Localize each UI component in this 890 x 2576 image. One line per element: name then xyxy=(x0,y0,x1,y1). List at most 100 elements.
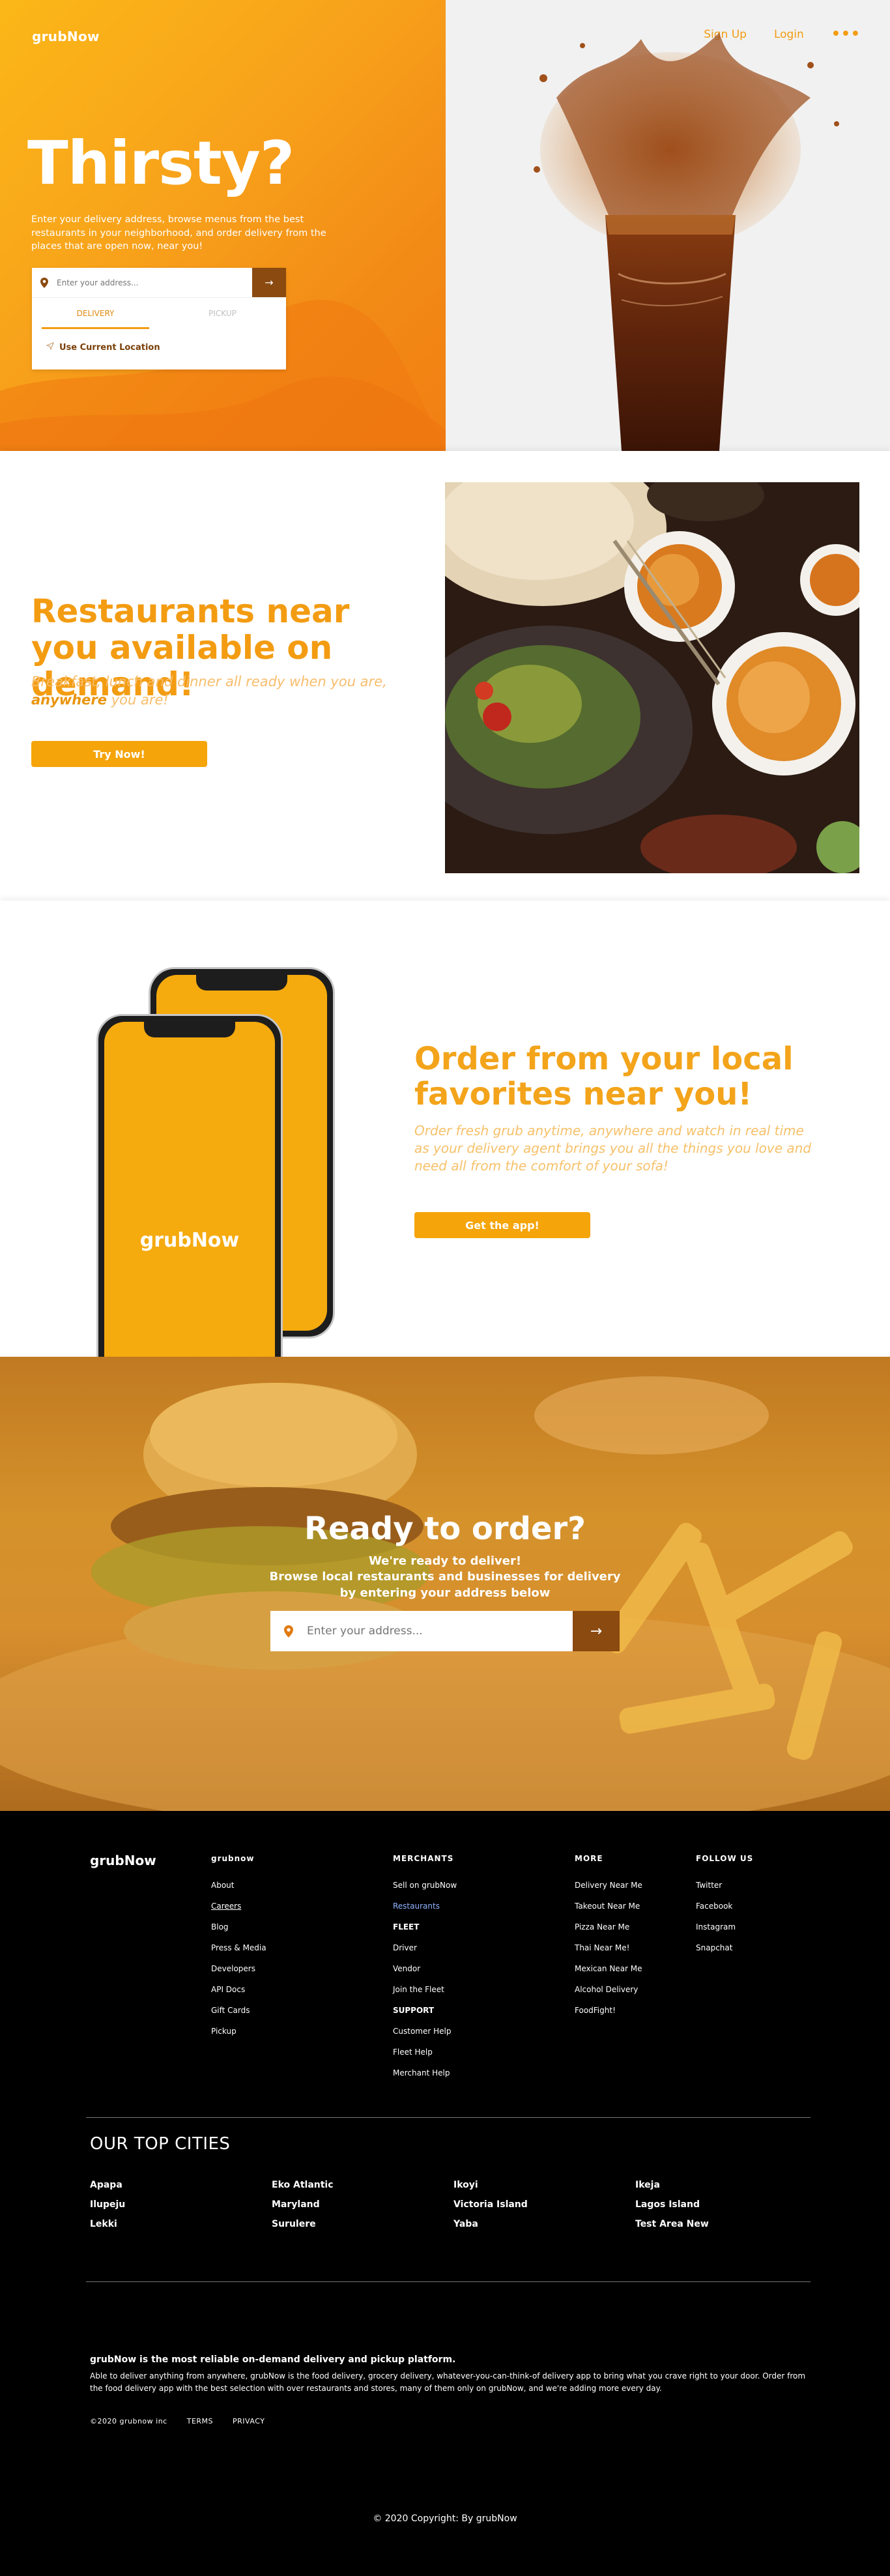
navigation-arrow-icon xyxy=(46,341,55,353)
ready-address-search: → xyxy=(270,1611,620,1651)
footer-about-title: grubNow is the most reliable on-demand d… xyxy=(90,2354,456,2365)
footer-link-developers[interactable]: Developers xyxy=(211,1963,266,1984)
footer-subheading-fleet: FLEET xyxy=(393,1922,420,1932)
tab-pickup[interactable]: PICKUP xyxy=(159,298,286,329)
ready-line-3: by entering your address below xyxy=(339,1585,551,1600)
city-link[interactable]: Test Area New xyxy=(635,2219,817,2229)
hero-address-input[interactable] xyxy=(57,268,252,297)
footer-link-fleet-help[interactable]: Fleet Help xyxy=(393,2047,457,2068)
footer-copyright: © 2020 Copyright: By grubNow xyxy=(373,2513,517,2524)
city-link[interactable]: Maryland xyxy=(272,2199,453,2210)
use-current-location-label: Use Current Location xyxy=(59,342,160,353)
footer-link-twitter[interactable]: Twitter xyxy=(696,1880,753,1901)
try-now-button[interactable]: Try Now! xyxy=(31,741,207,767)
footer-col-heading: MORE xyxy=(575,1854,603,1863)
footer-link-foodfight[interactable]: FoodFight! xyxy=(575,2005,642,2026)
site-footer: grubNow grubnow About Careers Blog Press… xyxy=(0,1811,890,2576)
arrow-right-icon: → xyxy=(265,276,274,289)
footer-link-merchant-help[interactable]: Merchant Help xyxy=(393,2068,457,2089)
footer-about-text: Able to deliver anything from anywhere, … xyxy=(90,2371,806,2393)
footer-link-about[interactable]: About xyxy=(211,1880,266,1901)
hero-section: grubNow Thirsty? Enter your delivery add… xyxy=(0,0,890,451)
hero-lead-text: Enter your delivery address, browse menu… xyxy=(31,214,326,252)
footer-link-join-fleet[interactable]: Join the Fleet xyxy=(393,1984,457,2005)
footer-link-api-docs[interactable]: API Docs xyxy=(211,1984,266,2005)
location-pin-icon xyxy=(270,1611,307,1651)
footer-link-mexican-near-me[interactable]: Mexican Near Me xyxy=(575,1963,642,1984)
footer-link-press[interactable]: Press & Media xyxy=(211,1943,266,1963)
footer-link-pickup[interactable]: Pickup xyxy=(211,2026,266,2047)
footer-link-alcohol-delivery[interactable]: Alcohol Delivery xyxy=(575,1984,642,2005)
city-link[interactable]: Apapa xyxy=(90,2180,272,2190)
delivery-mode-tabs: DELIVERY PICKUP xyxy=(32,298,286,329)
footer-about: grubNow is the most reliable on-demand d… xyxy=(90,2354,807,2394)
footer-divider xyxy=(86,2117,811,2118)
anywhere-emphasis: anywhere xyxy=(31,692,108,708)
city-link[interactable]: Lagos Island xyxy=(635,2199,817,2210)
city-link[interactable]: Yaba xyxy=(453,2219,635,2229)
footer-link-facebook[interactable]: Facebook xyxy=(696,1901,753,1922)
city-link[interactable]: Ilupeju xyxy=(90,2199,272,2210)
hero-orange-panel: grubNow Thirsty? Enter your delivery add… xyxy=(0,0,446,451)
top-cities-grid: Apapa Eko Atlantic Ikoyi Ikeja Ilupeju M… xyxy=(90,2180,813,2229)
get-the-app-button[interactable]: Get the app! xyxy=(414,1212,590,1238)
footer-col-heading: FOLLOW US xyxy=(696,1854,754,1863)
hero-title: Thirsty? xyxy=(27,128,294,198)
ready-address-submit-button[interactable]: → xyxy=(573,1611,620,1651)
footer-subheading-support: SUPPORT xyxy=(393,2006,435,2015)
footer-link-restaurants[interactable]: Restaurants xyxy=(393,1901,457,1922)
ready-subtitle: We're ready to deliver! Browse local res… xyxy=(0,1554,890,1601)
footer-col-heading: MERCHANTS xyxy=(393,1854,454,1863)
use-current-location-button[interactable]: Use Current Location xyxy=(32,329,286,366)
tab-delivery[interactable]: DELIVERY xyxy=(32,298,159,329)
location-pin-icon xyxy=(32,268,57,297)
footer-logo[interactable]: grubNow xyxy=(90,1853,156,1868)
restaurants-subtitle: Breakfast, lunch and dinner all ready wh… xyxy=(31,674,387,708)
address-input-row: → xyxy=(32,268,286,298)
footer-link-terms[interactable]: TERMS xyxy=(187,2417,213,2425)
footer-link-delivery-near-me[interactable]: Delivery Near Me xyxy=(575,1880,642,1901)
footer-link-customer-help[interactable]: Customer Help xyxy=(393,2026,457,2047)
footer-link-pizza-near-me[interactable]: Pizza Near Me xyxy=(575,1922,642,1943)
city-link[interactable]: Victoria Island xyxy=(453,2199,635,2210)
ready-to-order-section: Ready to order? We're ready to deliver! … xyxy=(0,1357,890,1811)
footer-legal-links: ©2020 grubnow inc TERMS PRIVACY xyxy=(90,2417,265,2425)
brand-logo[interactable]: grubNow xyxy=(32,29,100,44)
footer-link-takeout-near-me[interactable]: Takeout Near Me xyxy=(575,1901,642,1922)
phone-app-logo: grubNow xyxy=(139,1229,240,1252)
phone-front-notch xyxy=(144,1022,235,1037)
footer-link-thai-near-me[interactable]: Thai Near Me! xyxy=(575,1943,642,1963)
footer-link-vendor[interactable]: Vendor xyxy=(393,1963,457,1984)
footer-link-snapchat[interactable]: Snapchat xyxy=(696,1943,753,1963)
footer-link-blog[interactable]: Blog xyxy=(211,1922,266,1943)
restaurants-section: Restaurants near you available on demand… xyxy=(0,451,890,901)
footer-link-gift-cards[interactable]: Gift Cards xyxy=(211,2005,266,2026)
footer-col-more: MORE Delivery Near Me Takeout Near Me Pi… xyxy=(575,1854,642,2026)
arrow-right-icon: → xyxy=(590,1623,603,1640)
ready-line-2: Browse local restaurants and businesses … xyxy=(269,1570,621,1584)
app-subtitle: Order fresh grub anytime, anywhere and w… xyxy=(414,1123,812,1174)
footer-company-notice: ©2020 grubnow inc xyxy=(90,2417,167,2425)
city-link[interactable]: Eko Atlantic xyxy=(272,2180,453,2190)
footer-link-sell[interactable]: Sell on grubNow xyxy=(393,1880,457,1901)
city-link[interactable]: Surulere xyxy=(272,2219,453,2229)
ready-line-1: We're ready to deliver! xyxy=(368,1554,522,1568)
footer-link-privacy[interactable]: PRIVACY xyxy=(233,2417,265,2425)
footer-col-grubnow: grubnow About Careers Blog Press & Media… xyxy=(211,1854,266,2047)
top-cities-title: OUR TOP CITIES xyxy=(90,2134,231,2154)
city-link[interactable]: Ikoyi xyxy=(453,2180,635,2190)
city-link[interactable]: Ikeja xyxy=(635,2180,817,2190)
footer-link-driver[interactable]: Driver xyxy=(393,1943,457,1963)
app-title: Order from your local favorites near you… xyxy=(414,1041,794,1113)
phone-back-notch xyxy=(196,975,287,991)
footer-link-instagram[interactable]: Instagram xyxy=(696,1922,753,1943)
footer-col-follow-us: FOLLOW US Twitter Facebook Instagram Sna… xyxy=(696,1854,753,1963)
ready-address-input[interactable] xyxy=(307,1611,573,1651)
footer-link-careers[interactable]: Careers xyxy=(211,1901,266,1922)
phone-front-mockup: grubNow xyxy=(96,1014,283,1357)
city-link[interactable]: Lekki xyxy=(90,2219,272,2229)
footer-col-heading: grubnow xyxy=(211,1854,255,1863)
footer-divider xyxy=(86,2281,811,2282)
address-search-card: → DELIVERY PICKUP Use Current Location xyxy=(32,268,286,369)
hero-address-submit-button[interactable]: → xyxy=(252,268,286,297)
